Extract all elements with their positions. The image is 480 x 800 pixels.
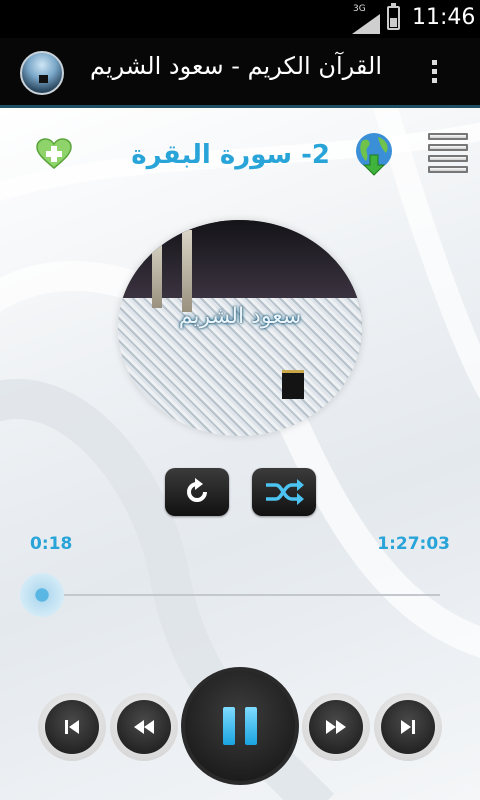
overflow-menu-icon[interactable] <box>424 56 444 92</box>
skip-previous-icon <box>38 693 106 761</box>
battery-icon <box>387 3 400 30</box>
fast-forward-button[interactable] <box>302 693 370 761</box>
clock: 11:46 <box>412 5 476 30</box>
status-bar: 3G 11:46 <box>0 0 480 38</box>
globe-download-icon[interactable] <box>350 131 396 177</box>
list-menu-icon[interactable] <box>428 133 468 179</box>
app-logo-icon[interactable] <box>20 51 64 95</box>
cover-caption: سعود الشريم <box>178 304 302 329</box>
pause-icon <box>185 671 295 781</box>
current-time: 0:18 <box>30 534 73 554</box>
seek-bar-thumb[interactable] <box>20 573 64 617</box>
shuffle-button[interactable] <box>252 468 316 516</box>
action-bar: القرآن الكريم - سعود الشريم <box>0 38 480 108</box>
rewind-button[interactable] <box>110 693 178 761</box>
total-time: 1:27:03 <box>377 534 450 554</box>
previous-button[interactable] <box>38 693 106 761</box>
repeat-button[interactable] <box>165 468 229 516</box>
fast-forward-icon <box>302 693 370 761</box>
network-type: 3G <box>353 4 366 14</box>
heart-plus-icon[interactable] <box>36 138 72 170</box>
seek-bar[interactable] <box>30 594 440 596</box>
shuffle-icon <box>252 468 316 516</box>
repeat-icon <box>165 468 229 516</box>
signal-icon <box>352 14 380 34</box>
app-title: القرآن الكريم - سعود الشريم <box>89 52 382 80</box>
next-button[interactable] <box>374 693 442 761</box>
reciter-cover-image: سعود الشريم <box>118 220 362 436</box>
skip-next-icon <box>374 693 442 761</box>
sura-title: 2- سورة البقرة <box>131 140 330 170</box>
rewind-icon <box>110 693 178 761</box>
pause-button[interactable] <box>181 667 299 785</box>
